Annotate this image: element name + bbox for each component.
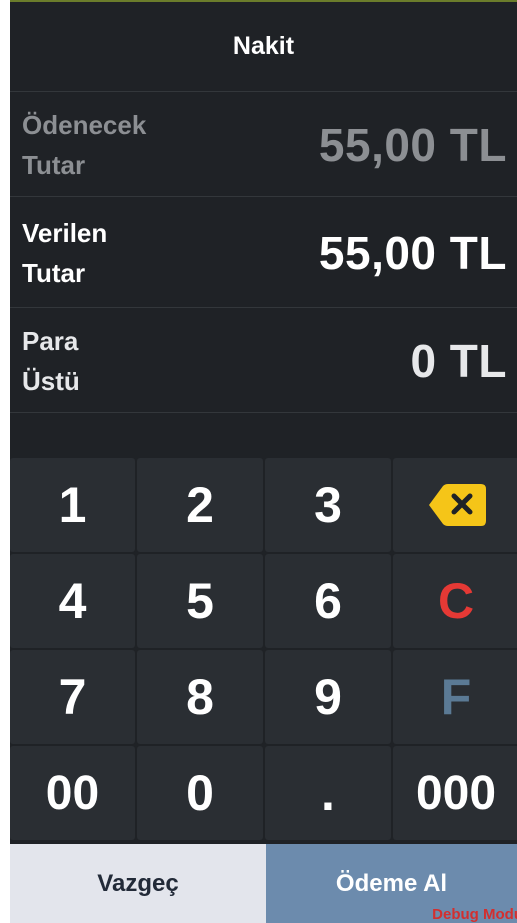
key-0[interactable]: 0 xyxy=(137,746,263,840)
key-1[interactable]: 1 xyxy=(10,458,135,552)
change-row: Para Üstü 0 TL xyxy=(10,309,517,413)
amount-due-value: 55,00 TL xyxy=(318,118,507,171)
page-title: Nakit xyxy=(10,2,517,92)
key-00[interactable]: 00 xyxy=(10,746,135,840)
backspace-key[interactable] xyxy=(393,458,517,552)
payment-screen: Nakit Ödenecek Tutar 55,00 TL Verilen Tu… xyxy=(10,0,517,923)
key-000[interactable]: 000 xyxy=(393,746,517,840)
debug-mode-label: Debug Modu xyxy=(432,906,517,923)
key-8[interactable]: 8 xyxy=(137,650,263,744)
amount-given-label-line2: Tutar xyxy=(22,257,86,288)
key-4[interactable]: 4 xyxy=(10,554,135,648)
key-3[interactable]: 3 xyxy=(265,458,391,552)
cancel-button[interactable]: Vazgeç xyxy=(10,844,266,923)
key-5[interactable]: 5 xyxy=(137,554,263,648)
footer-actions: Vazgeç Ödeme Al Debug Modu xyxy=(10,844,517,923)
amount-due-label: Ödenecek Tutar xyxy=(22,105,146,185)
change-label: Para Üstü xyxy=(22,321,80,401)
amount-given-value[interactable]: 55,00 TL xyxy=(319,226,507,280)
amount-due-label-line2: Tutar xyxy=(22,149,86,180)
amount-given-label: Verilen Tutar xyxy=(22,213,107,293)
change-value: 0 TL xyxy=(410,334,507,387)
take-payment-button[interactable]: Ödeme Al Debug Modu xyxy=(266,844,517,923)
key-7[interactable]: 7 xyxy=(10,650,135,744)
amount-due-row: Ödenecek Tutar 55,00 TL xyxy=(10,93,517,197)
backspace-icon xyxy=(425,483,487,527)
take-payment-label: Ödeme Al xyxy=(335,869,448,897)
change-label-line2: Üstü xyxy=(22,365,80,396)
amount-due-label-line1: Ödenecek xyxy=(22,109,147,140)
decimal-key[interactable]: . xyxy=(265,746,391,840)
key-2[interactable]: 2 xyxy=(137,458,263,552)
numeric-keypad: 1 2 3 4 5 6 C 7 8 9 F 00 0 . 000 xyxy=(10,458,517,844)
amount-given-label-line1: Verilen xyxy=(22,217,108,248)
clear-key[interactable]: C xyxy=(393,554,517,648)
change-label-line1: Para xyxy=(22,325,79,356)
key-9[interactable]: 9 xyxy=(265,650,391,744)
amount-given-row[interactable]: Verilen Tutar 55,00 TL xyxy=(10,198,517,308)
full-amount-key[interactable]: F xyxy=(393,650,517,744)
key-6[interactable]: 6 xyxy=(265,554,391,648)
